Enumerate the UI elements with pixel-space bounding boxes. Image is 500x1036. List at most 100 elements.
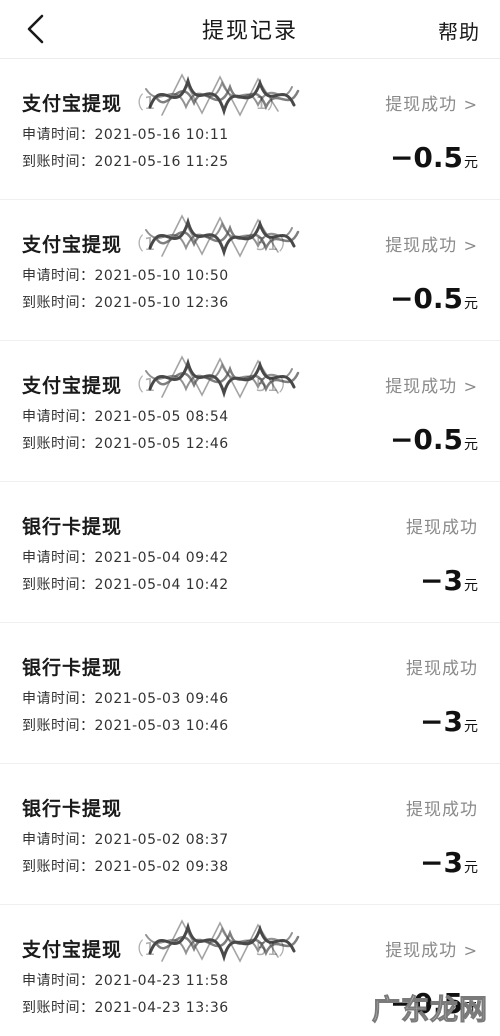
record-amount: −0.5元 [390, 423, 478, 456]
record-status-label: 提现成功 [406, 800, 478, 820]
record-status-label: 提现成功 [406, 659, 478, 679]
record-account: （1 51） [126, 935, 296, 961]
record-title-row: 银行卡提现 提现成功 [22, 510, 478, 540]
record-status-label: 提现成功 [385, 377, 458, 397]
chevron-right-icon: > [463, 236, 478, 255]
record-item[interactable]: 支付宝提现 （1 51） 提现成功 > 申请时间：2021-05-10 10:50… [0, 200, 500, 341]
withdrawal-records-page: 提现记录 帮助 支付宝提现 （1 1） 提现成功 > 申请时间：2021-05-1… [0, 0, 500, 1036]
arrive-time-label: 到账时间： [22, 718, 95, 734]
arrive-time-line: 到账时间：2021-05-02 09:38 [22, 855, 478, 879]
record-item[interactable]: 银行卡提现 提现成功 申请时间：2021-05-02 08:37 到账时间：20… [0, 764, 500, 905]
record-status-label: 提现成功 [385, 95, 458, 115]
arrive-time-value: 2021-05-02 09:38 [94, 859, 229, 875]
arrive-time-label: 到账时间： [22, 154, 95, 170]
record-item[interactable]: 银行卡提现 提现成功 申请时间：2021-05-03 09:46 到账时间：20… [0, 623, 500, 764]
currency-unit: 元 [464, 1001, 478, 1017]
currency-unit: 元 [464, 296, 478, 312]
record-amount: −0.5元 [390, 141, 478, 174]
record-account-tail: 51） [255, 234, 297, 255]
apply-time-value: 2021-05-04 09:42 [94, 550, 229, 566]
record-item[interactable]: 支付宝提现 （1 1） 提现成功 > 申请时间：2021-05-16 10:11 … [0, 59, 500, 200]
arrive-time-value: 2021-05-03 10:46 [94, 718, 229, 734]
record-amount-value: −0.5 [389, 423, 463, 456]
record-amount: −3元 [420, 564, 478, 597]
record-amount-value: −0.5 [389, 987, 463, 1020]
record-account-tail: 51） [255, 939, 297, 960]
arrive-time-value: 2021-04-23 13:36 [94, 1000, 229, 1016]
apply-time-line: 申请时间：2021-05-04 09:42 [22, 546, 478, 570]
record-status[interactable]: 提现成功 > [385, 936, 478, 961]
record-amount: −0.5元 [390, 987, 478, 1020]
record-list: 支付宝提现 （1 1） 提现成功 > 申请时间：2021-05-16 10:11 … [0, 59, 500, 1036]
record-account-head: （1 [126, 375, 156, 396]
record-status-label: 提现成功 [385, 941, 458, 961]
currency-unit: 元 [464, 719, 478, 735]
record-amount-value: −3 [420, 564, 463, 597]
record-status[interactable]: 提现成功 [406, 513, 478, 538]
chevron-right-icon: > [463, 377, 478, 396]
record-account-head: （1 [126, 939, 156, 960]
apply-time-label: 申请时间： [22, 127, 95, 143]
record-status-label: 提现成功 [385, 236, 458, 256]
help-button[interactable]: 帮助 [438, 16, 480, 45]
arrive-time-label: 到账时间： [22, 295, 95, 311]
back-button[interactable] [18, 10, 54, 48]
record-amount-value: −3 [420, 705, 463, 738]
record-amount: −0.5元 [390, 282, 478, 315]
record-title: 银行卡提现 [22, 656, 123, 679]
record-item[interactable]: 银行卡提现 提现成功 申请时间：2021-05-04 09:42 到账时间：20… [0, 482, 500, 623]
record-item[interactable]: 支付宝提现 （1 51） 提现成功 > 申请时间：2021-04-23 11:58… [0, 905, 500, 1036]
arrive-time-value: 2021-05-05 12:46 [94, 436, 229, 452]
record-account: （1 1） [126, 89, 285, 115]
record-account: （1 51） [126, 371, 296, 397]
chevron-right-icon: > [463, 941, 478, 960]
record-account-tail: 1） [255, 93, 285, 114]
record-title: 支付宝提现 [22, 374, 123, 397]
record-title: 支付宝提现 [22, 938, 123, 961]
currency-unit: 元 [464, 155, 478, 171]
record-account: （1 51） [126, 230, 296, 256]
arrive-time-value: 2021-05-04 10:42 [94, 577, 229, 593]
top-nav-bar: 提现记录 帮助 [0, 0, 500, 59]
apply-time-label: 申请时间： [22, 973, 95, 989]
arrive-time-value: 2021-05-16 11:25 [94, 154, 229, 170]
record-amount-value: −3 [420, 846, 463, 879]
record-title: 银行卡提现 [22, 797, 123, 820]
apply-time-value: 2021-04-23 11:58 [94, 973, 229, 989]
record-status[interactable]: 提现成功 > [385, 372, 478, 397]
arrive-time-line: 到账时间：2021-05-03 10:46 [22, 714, 478, 738]
record-title-row: 支付宝提现 （1 1） 提现成功 > [22, 73, 478, 117]
record-amount-value: −0.5 [389, 282, 463, 315]
record-status[interactable]: 提现成功 [406, 795, 478, 820]
record-title: 银行卡提现 [22, 515, 123, 538]
arrive-time-label: 到账时间： [22, 1000, 95, 1016]
record-title-row: 银行卡提现 提现成功 [22, 651, 478, 681]
apply-time-label: 申请时间： [22, 268, 95, 284]
currency-unit: 元 [464, 437, 478, 453]
record-account-head: （1 [126, 93, 156, 114]
record-title-row: 银行卡提现 提现成功 [22, 792, 478, 822]
apply-time-value: 2021-05-05 08:54 [94, 409, 229, 425]
page-title: 提现记录 [201, 19, 298, 44]
apply-time-value: 2021-05-16 10:11 [94, 127, 229, 143]
record-account-tail: 51） [255, 375, 297, 396]
currency-unit: 元 [464, 578, 478, 594]
record-status[interactable]: 提现成功 > [385, 90, 478, 115]
apply-time-line: 申请时间：2021-05-03 09:46 [22, 687, 478, 711]
apply-time-line: 申请时间：2021-05-02 08:37 [22, 828, 478, 852]
record-title-row: 支付宝提现 （1 51） 提现成功 > [22, 214, 478, 258]
apply-time-label: 申请时间： [22, 409, 95, 425]
record-item[interactable]: 支付宝提现 （1 51） 提现成功 > 申请时间：2021-05-05 08:54… [0, 341, 500, 482]
record-title-row: 支付宝提现 （1 51） 提现成功 > [22, 355, 478, 399]
currency-unit: 元 [464, 860, 478, 876]
record-status[interactable]: 提现成功 > [385, 231, 478, 256]
record-title: 支付宝提现 [22, 233, 123, 256]
apply-time-label: 申请时间： [22, 550, 95, 566]
apply-time-value: 2021-05-10 10:50 [94, 268, 229, 284]
arrive-time-value: 2021-05-10 12:36 [94, 295, 229, 311]
apply-time-label: 申请时间： [22, 691, 95, 707]
arrive-time-line: 到账时间：2021-05-04 10:42 [22, 573, 478, 597]
record-title-row: 支付宝提现 （1 51） 提现成功 > [22, 919, 478, 963]
record-status[interactable]: 提现成功 [406, 654, 478, 679]
record-status-label: 提现成功 [406, 518, 478, 538]
